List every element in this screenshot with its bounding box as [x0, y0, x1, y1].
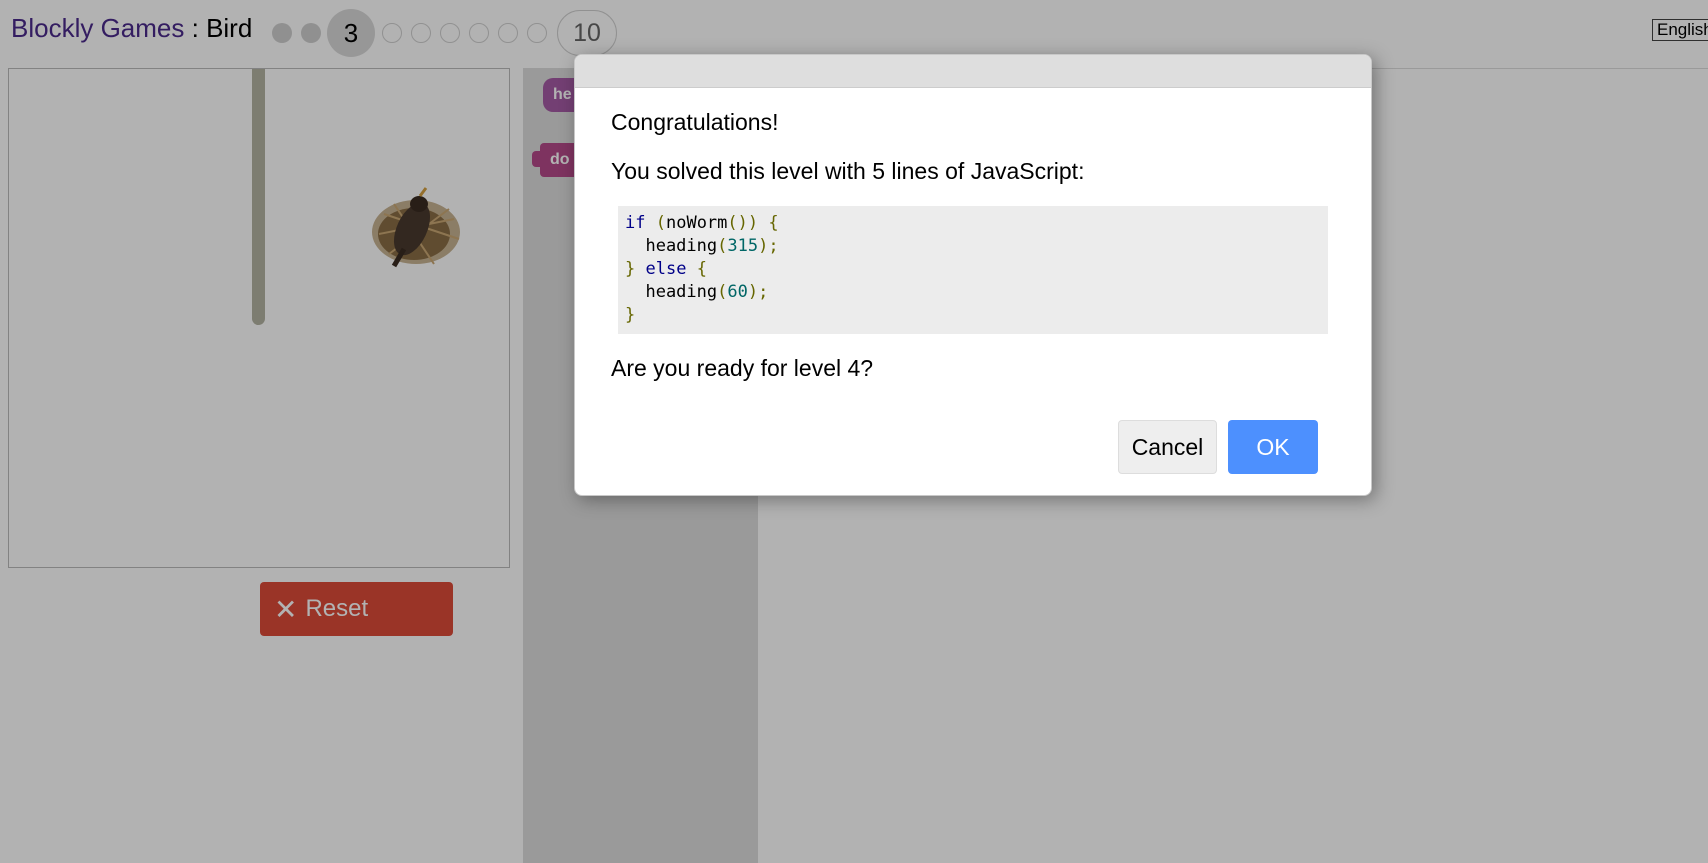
congrats-text: Congratulations!: [611, 109, 779, 135]
solved-text: You solved this level with 5 lines of Ja…: [611, 158, 1085, 184]
cancel-button[interactable]: Cancel: [1118, 420, 1217, 474]
code-block: if (noWorm()) { heading(315); } else { h…: [618, 206, 1328, 334]
next-level-question: Are you ready for level 4?: [611, 355, 874, 381]
page: Blockly Games : Bird 3 10 English ✕ Rese…: [0, 0, 1708, 863]
ok-button[interactable]: OK: [1228, 420, 1318, 474]
dialog-title-bar[interactable]: [575, 55, 1371, 88]
congratulations-dialog: Congratulations! You solved this level w…: [574, 54, 1372, 496]
